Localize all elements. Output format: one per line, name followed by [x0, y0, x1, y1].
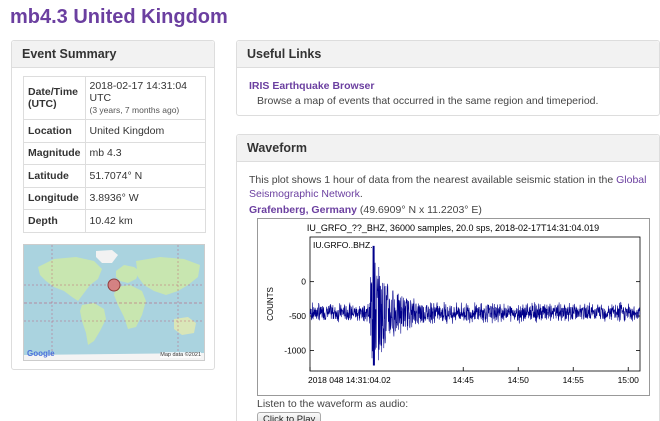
table-row: Location United Kingdom: [23, 119, 206, 143]
row-key: Longitude: [23, 186, 86, 210]
map-credit: Map data ©2021: [160, 352, 201, 358]
useful-links-panel: Useful Links IRIS Earthquake Browser Bro…: [236, 40, 660, 116]
table-row: Magnitude mb 4.3: [23, 141, 206, 165]
station-name: Grafenberg, Germany: [249, 204, 357, 216]
row-key: Magnitude: [23, 141, 86, 165]
iris-earthquake-browser-link[interactable]: IRIS Earthquake Browser: [249, 80, 374, 92]
play-audio-button[interactable]: Click to Play: [257, 412, 322, 421]
waveform-heading: Waveform: [237, 135, 659, 162]
y-axis-label: COUNTS: [266, 287, 275, 321]
event-marker-icon: [107, 278, 121, 292]
x-tick-label: 2018 048 14:31:04.02: [308, 375, 391, 385]
table-row: Longitude 3.8936° W: [23, 186, 206, 210]
trace-label: IU.GRFO..BHZ.: [313, 240, 373, 250]
row-key: Depth: [23, 209, 86, 233]
link-description: Browse a map of events that occurred in …: [257, 95, 599, 107]
row-value: 51.7074° N: [84, 164, 206, 188]
datetime-value: 2018-02-17 14:31:04 UTC: [89, 80, 188, 104]
waveform-plot: IU_GRFO_??_BHZ, 36000 samples, 20.0 sps,…: [257, 218, 650, 396]
chart-title: IU_GRFO_??_BHZ, 36000 samples, 20.0 sps,…: [307, 223, 599, 233]
row-key: Location: [23, 119, 86, 143]
listen-label: Listen to the waveform as audio:: [257, 398, 409, 410]
event-summary-table: Date/Time (UTC) 2018-02-17 14:31:04 UTC …: [23, 76, 206, 233]
row-value: United Kingdom: [84, 119, 206, 143]
x-tick-label: 14:50: [508, 375, 530, 385]
useful-links-heading: Useful Links: [237, 41, 659, 68]
waveform-description-text: This plot shows 1 hour of data from the …: [249, 174, 617, 186]
row-value: 10.42 km: [84, 209, 206, 233]
row-key: Date/Time (UTC): [23, 76, 86, 120]
waveform-chart: IU_GRFO_??_BHZ, 36000 samples, 20.0 sps,…: [266, 223, 641, 385]
y-tick-label: -1000: [284, 345, 306, 355]
x-tick-label: 14:45: [453, 375, 475, 385]
datetime-ago: (3 years, 7 months ago): [89, 105, 180, 115]
row-value: 3.8936° W: [84, 186, 206, 210]
x-tick-label: 14:55: [563, 375, 585, 385]
table-row: Latitude 51.7074° N: [23, 164, 206, 188]
waveform-description: This plot shows 1 hour of data from the …: [249, 173, 654, 201]
table-row: Date/Time (UTC) 2018-02-17 14:31:04 UTC …: [23, 76, 206, 120]
station-coords: (49.6909° N x 11.2203° E): [356, 204, 482, 216]
table-row: Depth 10.42 km: [23, 209, 206, 233]
waveform-panel: Waveform This plot shows 1 hour of data …: [236, 134, 660, 421]
x-tick-label: 15:00: [618, 375, 640, 385]
page-title: mb4.3 United Kingdom: [10, 6, 228, 28]
y-tick-label: 0: [301, 277, 306, 287]
row-value: mb 4.3: [84, 141, 206, 165]
event-location-map[interactable]: Google Map data ©2021: [23, 244, 205, 361]
event-summary-panel: Event Summary Date/Time (UTC) 2018-02-17…: [11, 40, 215, 370]
station-info: Grafenberg, Germany (49.6909° N x 11.220…: [249, 204, 482, 216]
event-summary-heading: Event Summary: [12, 41, 214, 68]
y-tick-label: -500: [289, 311, 306, 321]
google-logo: Google: [27, 349, 55, 358]
waveform-trace: [309, 245, 641, 366]
waveform-description-end: .: [359, 188, 363, 200]
row-key: Latitude: [23, 164, 86, 188]
row-value: 2018-02-17 14:31:04 UTC (3 years, 7 mont…: [84, 76, 206, 120]
world-map[interactable]: [24, 245, 205, 361]
